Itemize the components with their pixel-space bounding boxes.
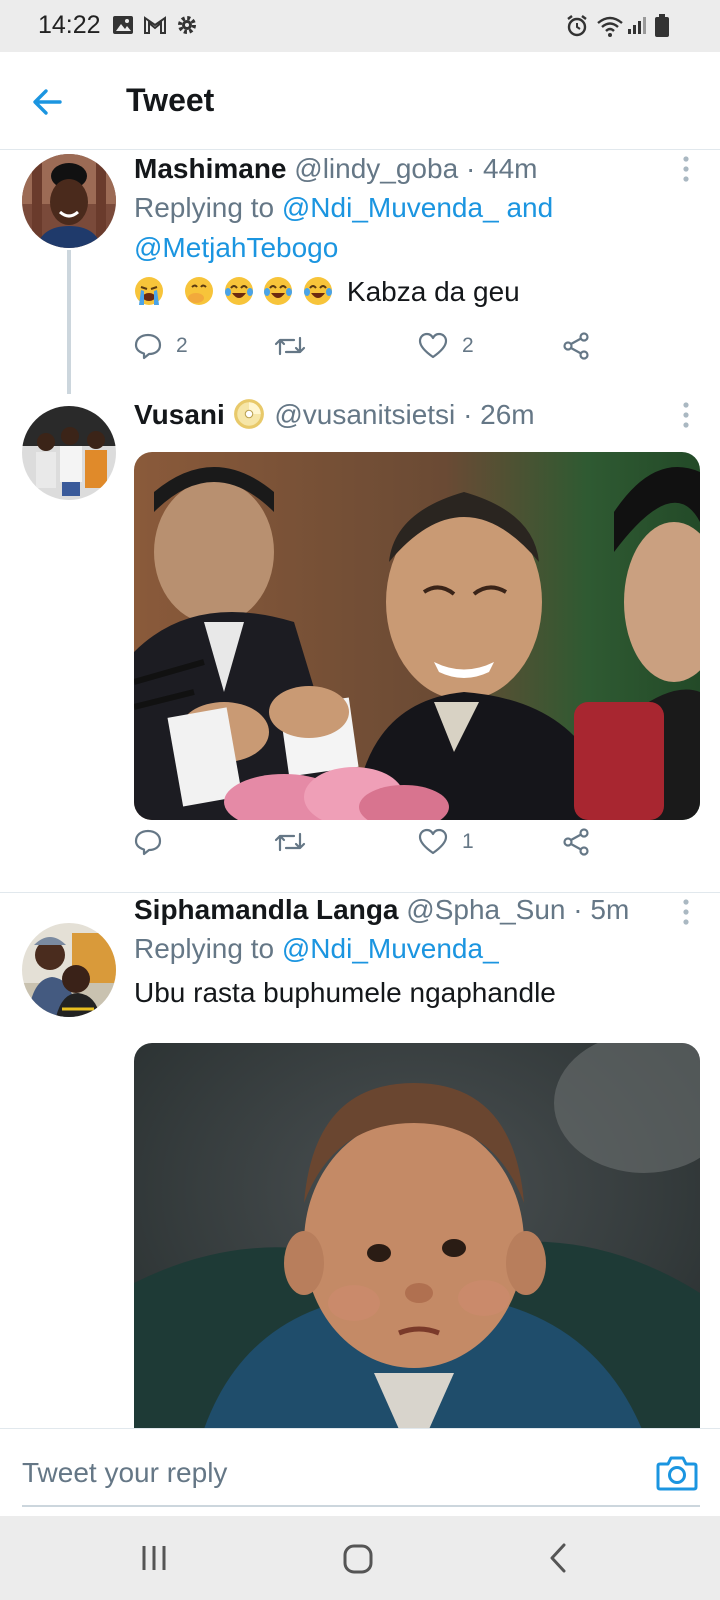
tweet-item[interactable]: Siphamandla Langa @Spha_Sun · 5m Replyin…: [0, 893, 720, 1428]
gear-icon: [178, 16, 196, 34]
page-title: Tweet: [126, 82, 215, 118]
avatar[interactable]: [22, 923, 116, 1017]
author-name[interactable]: Siphamandla Langa: [134, 894, 399, 925]
more-vertical-icon: [683, 156, 689, 182]
more-options-button[interactable]: [672, 154, 700, 188]
status-time: 14:22: [38, 11, 101, 39]
replying-to: Replying to @Ndi_Muvenda_: [134, 929, 694, 969]
heart-icon: [418, 828, 448, 855]
battery-icon: [655, 14, 669, 37]
tweet-item[interactable]: Mashimane @lindy_goba · 44m Replying to …: [0, 150, 720, 394]
tweet-text: Kabza da geu: [346, 276, 520, 307]
system-navigation-bar: [0, 1516, 720, 1600]
recent-apps-icon: [142, 1546, 166, 1570]
share-button[interactable]: [562, 822, 590, 862]
recent-apps-button[interactable]: [134, 1538, 174, 1578]
reply-icon: [134, 333, 162, 360]
loudly-crying-face-emoji: [135, 277, 163, 305]
tweet-actions: 2 2: [134, 326, 614, 366]
dvd-disc-emoji: [233, 399, 264, 429]
alarm-icon: [567, 15, 587, 37]
back-button[interactable]: [28, 82, 68, 122]
replying-to: Replying to @Ndi_Muvenda_ and @MetjahTeb…: [134, 188, 694, 268]
like-count: 1: [462, 830, 474, 853]
tweet-time: · 5m: [573, 894, 630, 925]
tweet-header: Siphamandla Langa @Spha_Sun · 5m: [134, 893, 629, 927]
tweet-text: Ubu rasta buphumele ngaphandle: [134, 977, 556, 1008]
retweet-button[interactable]: [274, 822, 320, 862]
avatar[interactable]: [22, 406, 116, 500]
reply-count: 2: [176, 334, 188, 357]
signal-icon: [628, 17, 646, 34]
camera-icon: [656, 1456, 698, 1491]
author-name[interactable]: Mashimane: [134, 153, 287, 184]
tweet-time: · 44m: [465, 153, 538, 184]
tweet-time: · 26m: [463, 399, 535, 430]
back-icon: [550, 1543, 566, 1573]
input-underline: [22, 1505, 700, 1507]
tweet-text-row: Kabza da geu: [134, 274, 520, 310]
home-icon: [343, 1544, 373, 1574]
gmail-icon: [144, 16, 166, 34]
wifi-icon: [597, 16, 623, 37]
mention-link[interactable]: @Ndi_Muvenda_: [282, 933, 499, 964]
camera-button[interactable]: [656, 1453, 698, 1493]
tweet-actions: 1: [134, 822, 614, 862]
arrow-left-icon: [33, 89, 62, 115]
share-button[interactable]: [562, 326, 590, 366]
replying-label: Replying to: [134, 192, 275, 223]
tweet-media-photo[interactable]: [134, 452, 700, 820]
author-handle[interactable]: @lindy_goba: [294, 153, 458, 184]
reply-composer-bar: [0, 1428, 720, 1516]
more-options-button[interactable]: [672, 897, 700, 931]
author-name[interactable]: Vusani: [134, 399, 225, 430]
like-button[interactable]: 1: [418, 822, 474, 862]
retweet-icon: [274, 832, 306, 852]
reply-button[interactable]: 2: [134, 326, 188, 366]
image-icon: [113, 16, 133, 34]
tears-of-joy-face-emoji: [224, 277, 253, 305]
tweet-header: Mashimane @lindy_goba · 44m: [134, 152, 538, 186]
reply-input[interactable]: [22, 1451, 582, 1495]
tweet-media-photo[interactable]: [134, 1043, 700, 1428]
avatar[interactable]: [22, 154, 116, 248]
like-button[interactable]: 2: [418, 326, 474, 366]
retweet-button[interactable]: [274, 326, 320, 366]
replying-label: Replying to: [134, 933, 275, 964]
tears-of-joy-face-emoji: [264, 277, 293, 305]
reply-icon: [134, 829, 162, 856]
more-vertical-icon: [683, 899, 689, 925]
share-icon: [563, 332, 589, 360]
status-bar: 14:22: [0, 0, 720, 52]
author-handle[interactable]: @Spha_Sun: [406, 894, 565, 925]
like-count: 2: [462, 334, 474, 357]
mention-link[interactable]: @Ndi_Muvenda_: [282, 192, 499, 223]
tweet-item[interactable]: Vusani @vusanitsietsi · 26m 1: [0, 394, 720, 892]
retweet-icon: [274, 336, 306, 356]
share-icon: [563, 828, 589, 856]
mention-link[interactable]: @MetjahTebogo: [134, 232, 338, 263]
hand-over-mouth-face-emoji: [184, 277, 213, 305]
more-options-button[interactable]: [672, 400, 700, 434]
tweet-header: Vusani @vusanitsietsi · 26m: [134, 398, 535, 432]
mention-joiner[interactable]: and: [506, 192, 553, 223]
reply-button[interactable]: [134, 822, 176, 862]
top-app-bar: Tweet: [0, 52, 720, 150]
tears-of-joy-face-emoji: [304, 277, 333, 305]
author-handle[interactable]: @vusanitsietsi: [274, 399, 455, 430]
more-vertical-icon: [683, 402, 689, 428]
heart-icon: [418, 332, 448, 359]
back-nav-button[interactable]: [538, 1538, 578, 1578]
home-button[interactable]: [338, 1538, 378, 1578]
thread-line: [67, 250, 71, 394]
